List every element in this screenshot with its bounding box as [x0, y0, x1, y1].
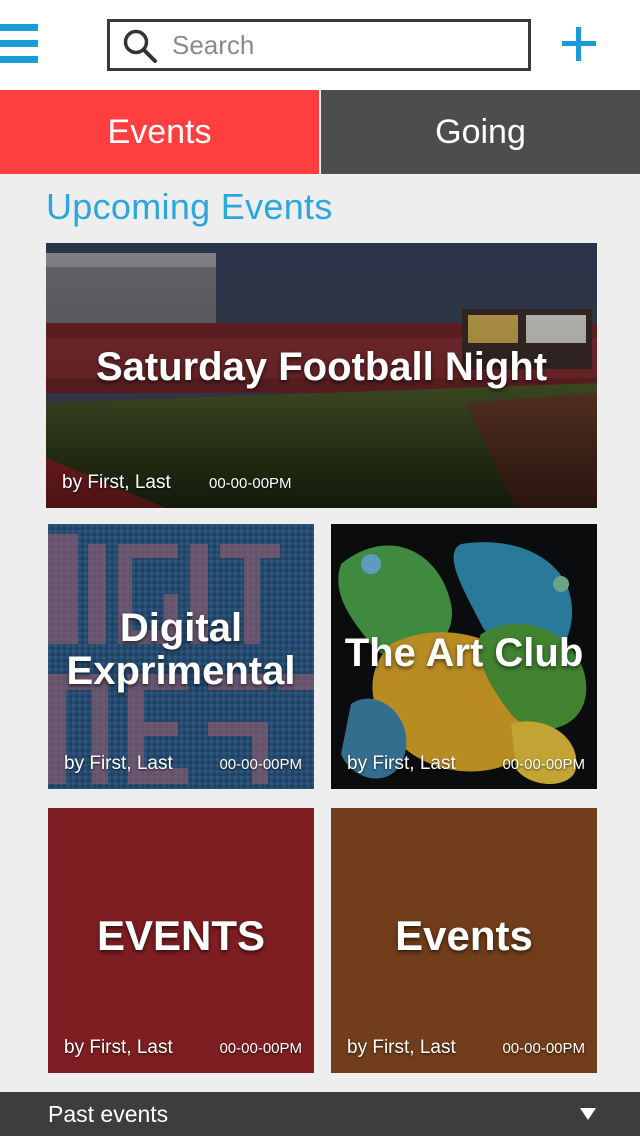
past-events-bar[interactable]: Past events [0, 1092, 640, 1136]
event-time: 00-00-00PM [502, 1040, 585, 1057]
event-time: 00-00-00PM [209, 475, 292, 492]
event-author: by First, Last [64, 1037, 173, 1058]
event-card-football[interactable]: Saturday Football Night by First, Last 0… [46, 243, 597, 508]
event-card-events-red[interactable]: EVENTS by First, Last 00-00-00PM [48, 808, 314, 1073]
event-card-art-club[interactable]: The Art Club by First, Last 00-00-00PM [331, 524, 597, 789]
event-author: by First, Last [62, 472, 171, 493]
event-title: EVENTS [96, 911, 266, 959]
event-card-events-brown[interactable]: Events by First, Last 00-00-00PM [331, 808, 597, 1073]
event-author: by First, Last [347, 753, 456, 774]
search-box[interactable] [107, 19, 531, 71]
event-author: by First, Last [347, 1037, 456, 1058]
event-time: 00-00-00PM [219, 1040, 302, 1057]
event-title: Events [395, 911, 533, 959]
section-title: Upcoming Events [46, 186, 333, 227]
tab-events[interactable]: Events [0, 90, 319, 174]
event-title: The Art Club [344, 630, 584, 675]
event-author: by First, Last [64, 753, 173, 774]
top-bar [0, 0, 640, 90]
event-title: Digital Exprimental [66, 605, 296, 693]
event-card-digital[interactable]: Digital Exprimental by First, Last 00-00… [48, 524, 314, 789]
tab-going[interactable]: Going [321, 90, 640, 174]
search-input[interactable] [172, 26, 512, 64]
hamburger-menu-icon[interactable] [0, 24, 38, 64]
event-time: 00-00-00PM [502, 756, 585, 773]
tab-bar: Events Going [0, 90, 640, 174]
search-icon [123, 29, 157, 63]
triangle-down-icon[interactable] [580, 1108, 596, 1120]
past-events-label: Past events [48, 1101, 169, 1127]
event-time: 00-00-00PM [219, 756, 302, 773]
add-event-button[interactable] [560, 24, 600, 64]
event-title: Saturday Football Night [95, 344, 548, 389]
